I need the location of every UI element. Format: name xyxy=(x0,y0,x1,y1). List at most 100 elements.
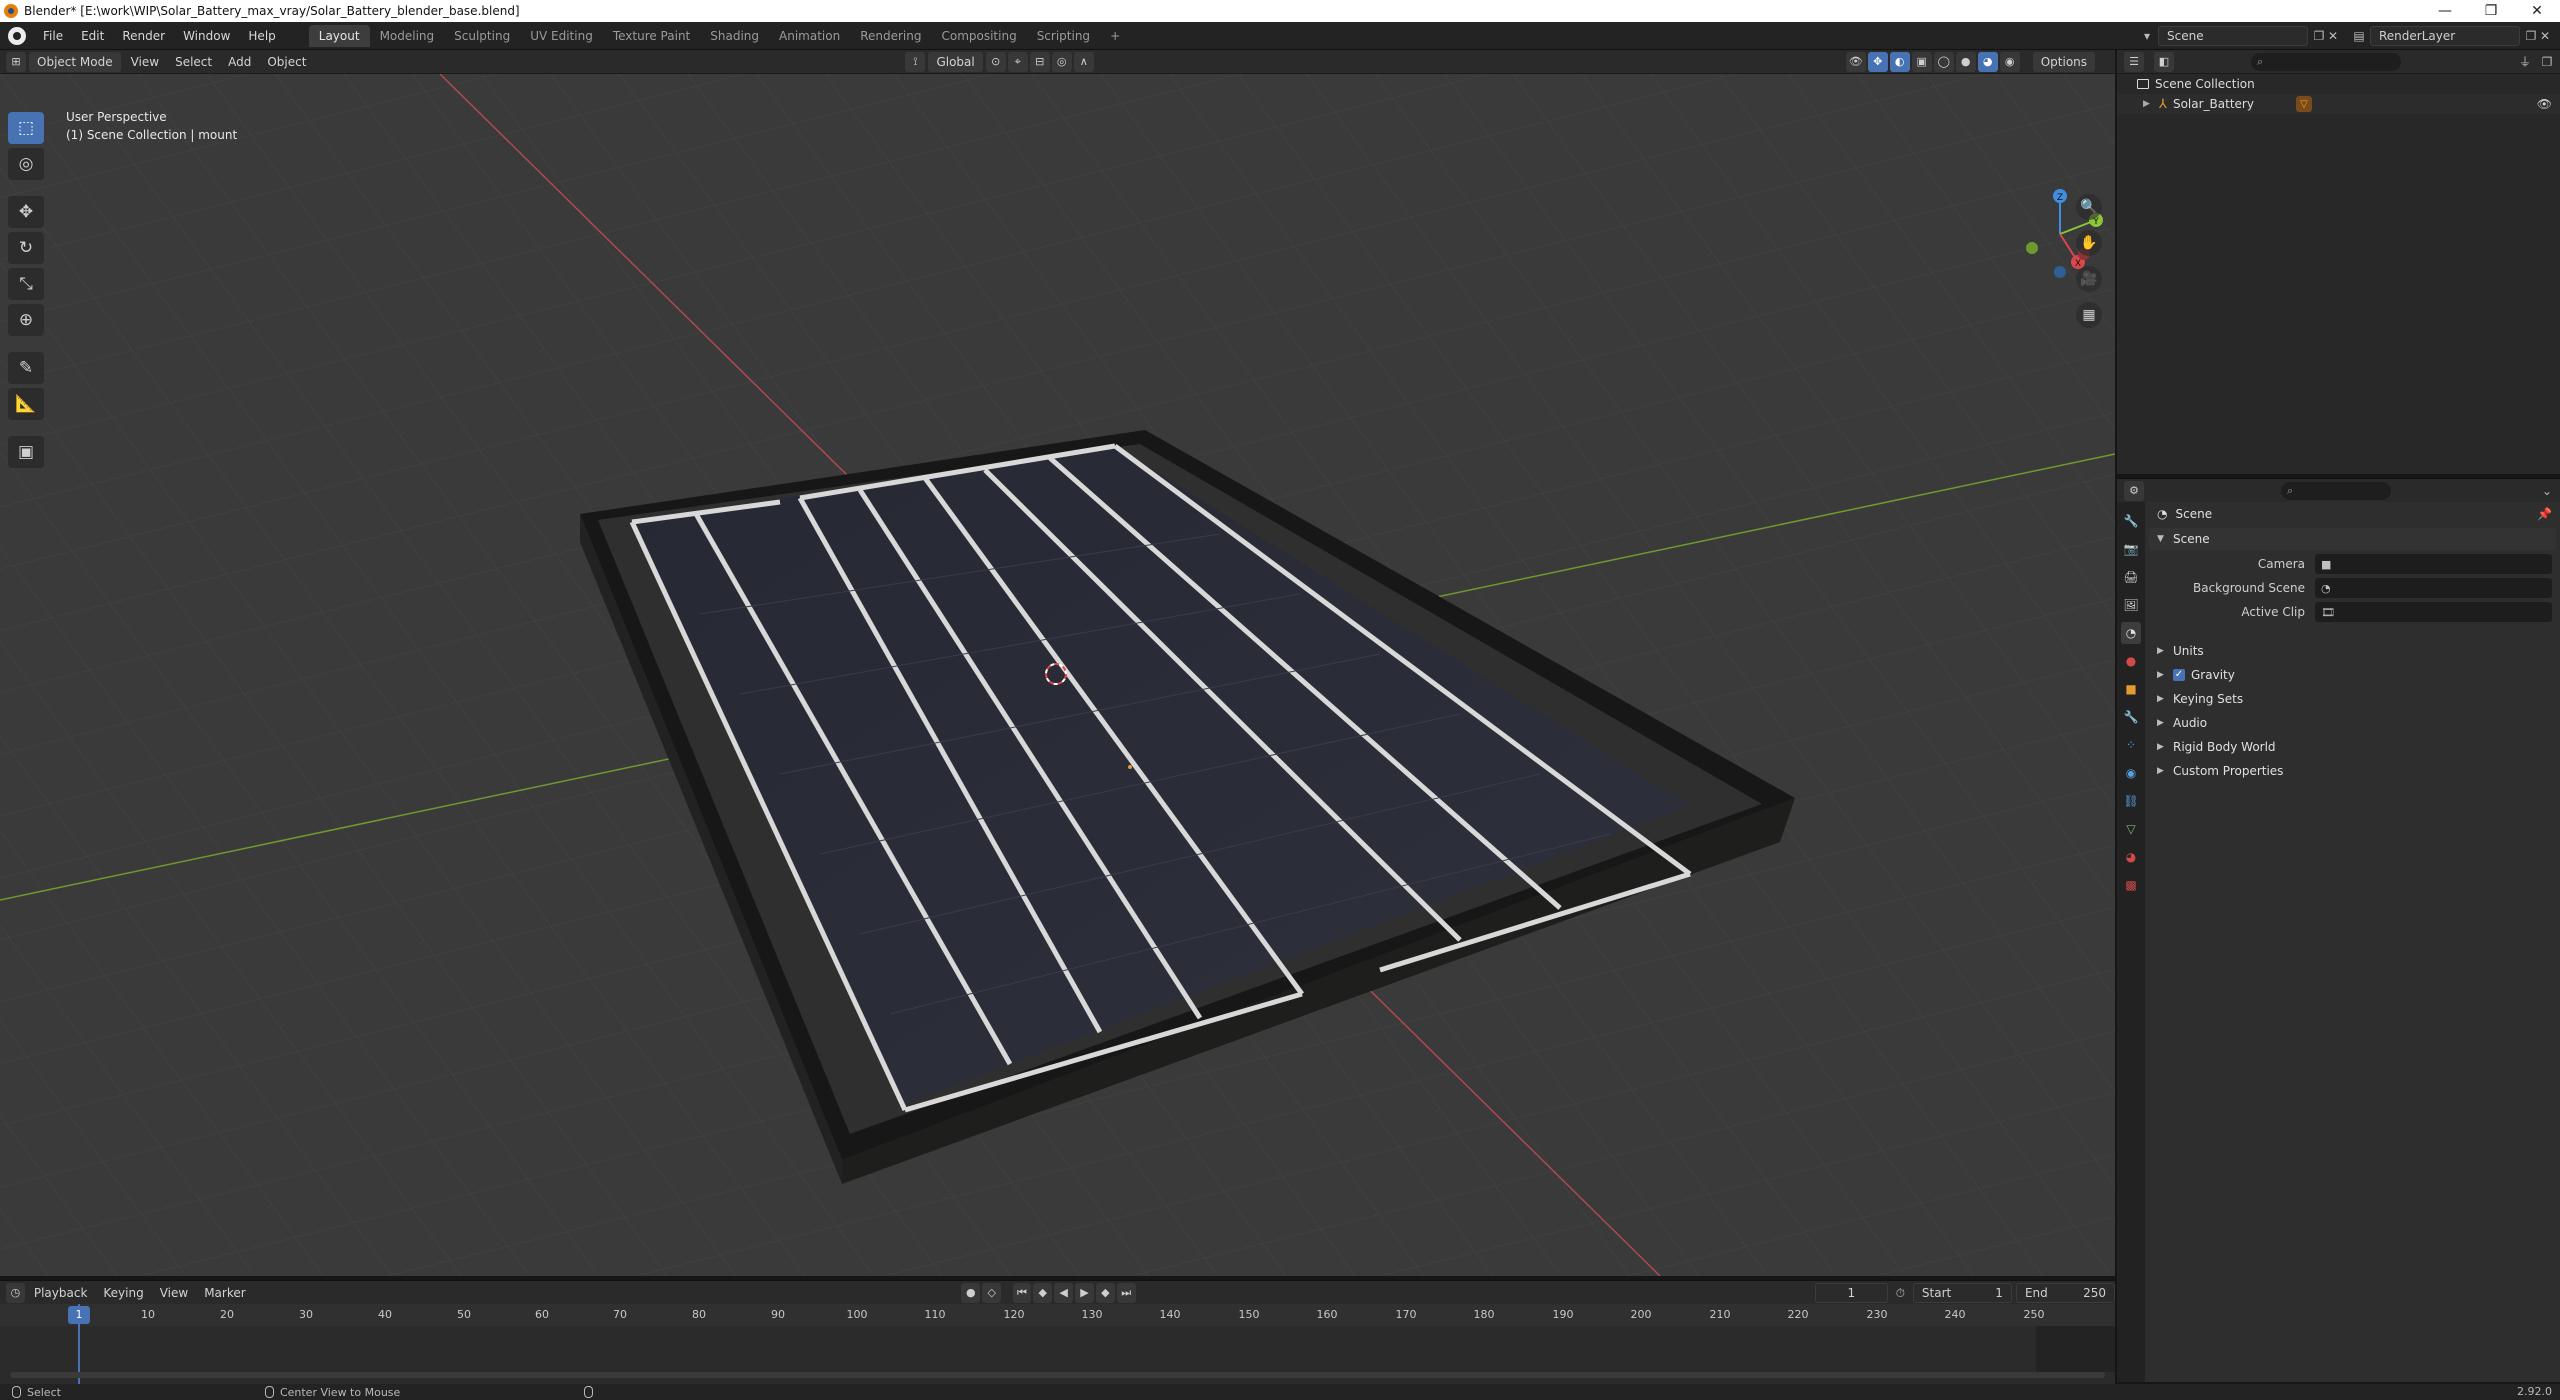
timeline-editor-type-icon[interactable]: ◷ xyxy=(6,1282,25,1303)
tab-rendering[interactable]: Rendering xyxy=(850,25,931,47)
prev-keyframe-icon[interactable]: ◆ xyxy=(1033,1282,1053,1303)
render-tab-icon[interactable]: 📷 xyxy=(2121,538,2141,560)
properties-editor-type-icon[interactable]: ⚙ xyxy=(2124,480,2144,501)
timeline-menu-marker[interactable]: Marker xyxy=(196,1283,253,1303)
chevron-down-icon[interactable]: ⌄ xyxy=(2540,484,2554,498)
filter-icon[interactable]: ⏚ xyxy=(2518,55,2532,69)
rotate-tool[interactable]: ↻ xyxy=(8,232,44,264)
texture-tab-icon[interactable]: ▩ xyxy=(2121,874,2141,896)
viewport-menu-view[interactable]: View xyxy=(123,52,167,72)
solid-shading-icon[interactable]: ● xyxy=(1955,51,1976,72)
jump-end-icon[interactable]: ⏭ xyxy=(1116,1282,1136,1303)
outliner-editor-type-icon[interactable]: ☰ xyxy=(2124,51,2144,72)
preview-range-icon[interactable]: ⏱ xyxy=(1894,1286,1907,1300)
current-frame-field[interactable]: 1 xyxy=(1815,1282,1888,1303)
viewport-menu-object[interactable]: Object xyxy=(259,52,314,72)
object-tab-icon[interactable]: ■ xyxy=(2121,678,2141,700)
zoom-icon[interactable]: 🔍 xyxy=(2076,194,2102,220)
outliner-item-solar-battery[interactable]: ▶ ⅄ Solar_Battery ▽ 👁 xyxy=(2117,94,2560,114)
outliner-scene-collection[interactable]: Scene Collection xyxy=(2117,74,2560,94)
constraints-tab-icon[interactable]: ⛓ xyxy=(2121,790,2141,812)
menu-edit[interactable]: Edit xyxy=(72,22,113,50)
pivot-point-icon[interactable]: ⊙ xyxy=(985,51,1006,72)
tab-modeling[interactable]: Modeling xyxy=(370,25,445,47)
keying-set-icon[interactable]: ◇ xyxy=(982,1282,1002,1303)
options-dropdown[interactable]: Options xyxy=(2032,51,2096,72)
new-scene-icon[interactable]: ❐ xyxy=(2312,29,2326,43)
menu-help[interactable]: Help xyxy=(239,22,284,50)
remove-view-layer-icon[interactable]: ✕ xyxy=(2538,29,2552,43)
rigid-body-world-panel-header[interactable]: ▶ Rigid Body World xyxy=(2149,736,2556,758)
editor-type-icon[interactable]: ⊞ xyxy=(6,51,26,72)
camera-view-icon[interactable]: 🎥 xyxy=(2076,266,2102,292)
measure-tool[interactable]: 📐 xyxy=(8,388,44,420)
blender-logo-icon[interactable] xyxy=(8,26,26,45)
timeline-menu-playback[interactable]: Playback xyxy=(26,1283,96,1303)
output-tab-icon[interactable]: 🖨 xyxy=(2121,566,2141,588)
outliner-search-input[interactable]: ⌕ xyxy=(2251,52,2401,71)
minimize-button[interactable]: — xyxy=(2422,0,2468,22)
play-icon[interactable]: ▶ xyxy=(1075,1282,1094,1303)
menu-window[interactable]: Window xyxy=(174,22,239,50)
timeline-area[interactable]: 10 20 30 40 50 60 70 80 90 100 110 120 1… xyxy=(0,1304,2115,1384)
cursor-tool[interactable]: ◎ xyxy=(8,148,44,180)
audio-panel-header[interactable]: ▶ Audio xyxy=(2149,712,2556,734)
add-cube-tool[interactable]: ▣ xyxy=(8,436,44,468)
background-scene-field[interactable]: ◔ xyxy=(2315,578,2552,598)
view-layer-tab-icon[interactable]: 🖼 xyxy=(2121,594,2141,616)
close-button[interactable]: ✕ xyxy=(2514,0,2560,22)
scene-tab-icon[interactable]: ◔ xyxy=(2121,622,2141,644)
tab-uv-editing[interactable]: UV Editing xyxy=(520,25,603,47)
tool-tab-icon[interactable]: 🔧 xyxy=(2121,510,2141,532)
visibility-icon[interactable]: 👁 xyxy=(1845,51,1866,72)
units-panel-header[interactable]: ▶ Units xyxy=(2149,640,2556,662)
world-tab-icon[interactable]: ● xyxy=(2121,650,2141,672)
xray-toggle-icon[interactable]: ▣ xyxy=(1911,51,1932,72)
particles-tab-icon[interactable]: ⁘ xyxy=(2121,734,2141,756)
properties-search-input[interactable]: ⌕ xyxy=(2281,481,2391,500)
menu-file[interactable]: File xyxy=(34,22,72,50)
object-data-icon[interactable]: ▽ xyxy=(2295,96,2312,112)
maximize-button[interactable]: ❐ xyxy=(2468,0,2514,22)
material-tab-icon[interactable]: ◕ xyxy=(2121,846,2141,868)
play-reverse-icon[interactable]: ◀ xyxy=(1054,1282,1074,1303)
pan-hand-icon[interactable]: ✋ xyxy=(2076,230,2102,256)
expand-arrow-icon[interactable]: ▶ xyxy=(2143,99,2153,109)
select-box-tool[interactable]: ⬚ xyxy=(8,112,44,144)
ortho-grid-icon[interactable]: ▦ xyxy=(2076,302,2102,328)
display-mode-icon[interactable]: ◧ xyxy=(2154,51,2174,72)
gizmo-toggle-icon[interactable]: ✥ xyxy=(1867,51,1888,72)
timeline-menu-keying[interactable]: Keying xyxy=(95,1283,151,1303)
next-keyframe-icon[interactable]: ◆ xyxy=(1095,1282,1115,1303)
keying-sets-panel-header[interactable]: ▶ Keying Sets xyxy=(2149,688,2556,710)
transform-orientation-icon[interactable]: ⟟ xyxy=(905,51,926,72)
annotate-tool[interactable]: ✎ xyxy=(8,352,44,384)
scene-panel-header[interactable]: ▼ Scene xyxy=(2149,528,2556,550)
falloff-icon[interactable]: ∧ xyxy=(1073,51,1094,72)
snap-target-icon[interactable]: ⊟ xyxy=(1029,51,1050,72)
viewport-menu-select[interactable]: Select xyxy=(167,52,220,72)
auto-keying-icon[interactable]: ● xyxy=(961,1282,981,1303)
transform-tool[interactable]: ⊕ xyxy=(8,304,44,336)
frame-ruler[interactable]: 10 20 30 40 50 60 70 80 90 100 110 120 1… xyxy=(0,1304,2115,1326)
add-workspace-button[interactable]: + xyxy=(1100,25,1130,47)
tab-animation[interactable]: Animation xyxy=(769,25,850,47)
snap-icon[interactable]: ⌖ xyxy=(1007,51,1028,72)
wireframe-shading-icon[interactable]: ◯ xyxy=(1933,51,1954,72)
jump-start-icon[interactable]: ⏮ xyxy=(1012,1282,1032,1303)
eye-icon[interactable]: 👁 xyxy=(2537,97,2552,111)
material-shading-icon[interactable]: ◕ xyxy=(1977,51,1998,72)
proportional-edit-icon[interactable]: ◎ xyxy=(1051,51,1072,72)
tab-scripting[interactable]: Scripting xyxy=(1027,25,1100,47)
scene-selector[interactable]: Scene xyxy=(2158,26,2308,46)
tab-texture-paint[interactable]: Texture Paint xyxy=(603,25,700,47)
object-mode-dropdown[interactable]: Object Mode xyxy=(29,51,121,72)
camera-field[interactable]: ■ xyxy=(2315,554,2552,574)
custom-properties-panel-header[interactable]: ▶ Custom Properties xyxy=(2149,760,2556,782)
remove-scene-icon[interactable]: ✕ xyxy=(2326,29,2340,43)
gravity-panel-header[interactable]: ▶ ✓ Gravity xyxy=(2149,664,2556,686)
gravity-checkbox[interactable]: ✓ xyxy=(2173,669,2185,681)
menu-render[interactable]: Render xyxy=(113,22,174,50)
move-tool[interactable]: ✥ xyxy=(8,196,44,228)
3d-viewport[interactable]: User Perspective (1) Scene Collection | … xyxy=(0,74,2115,1276)
